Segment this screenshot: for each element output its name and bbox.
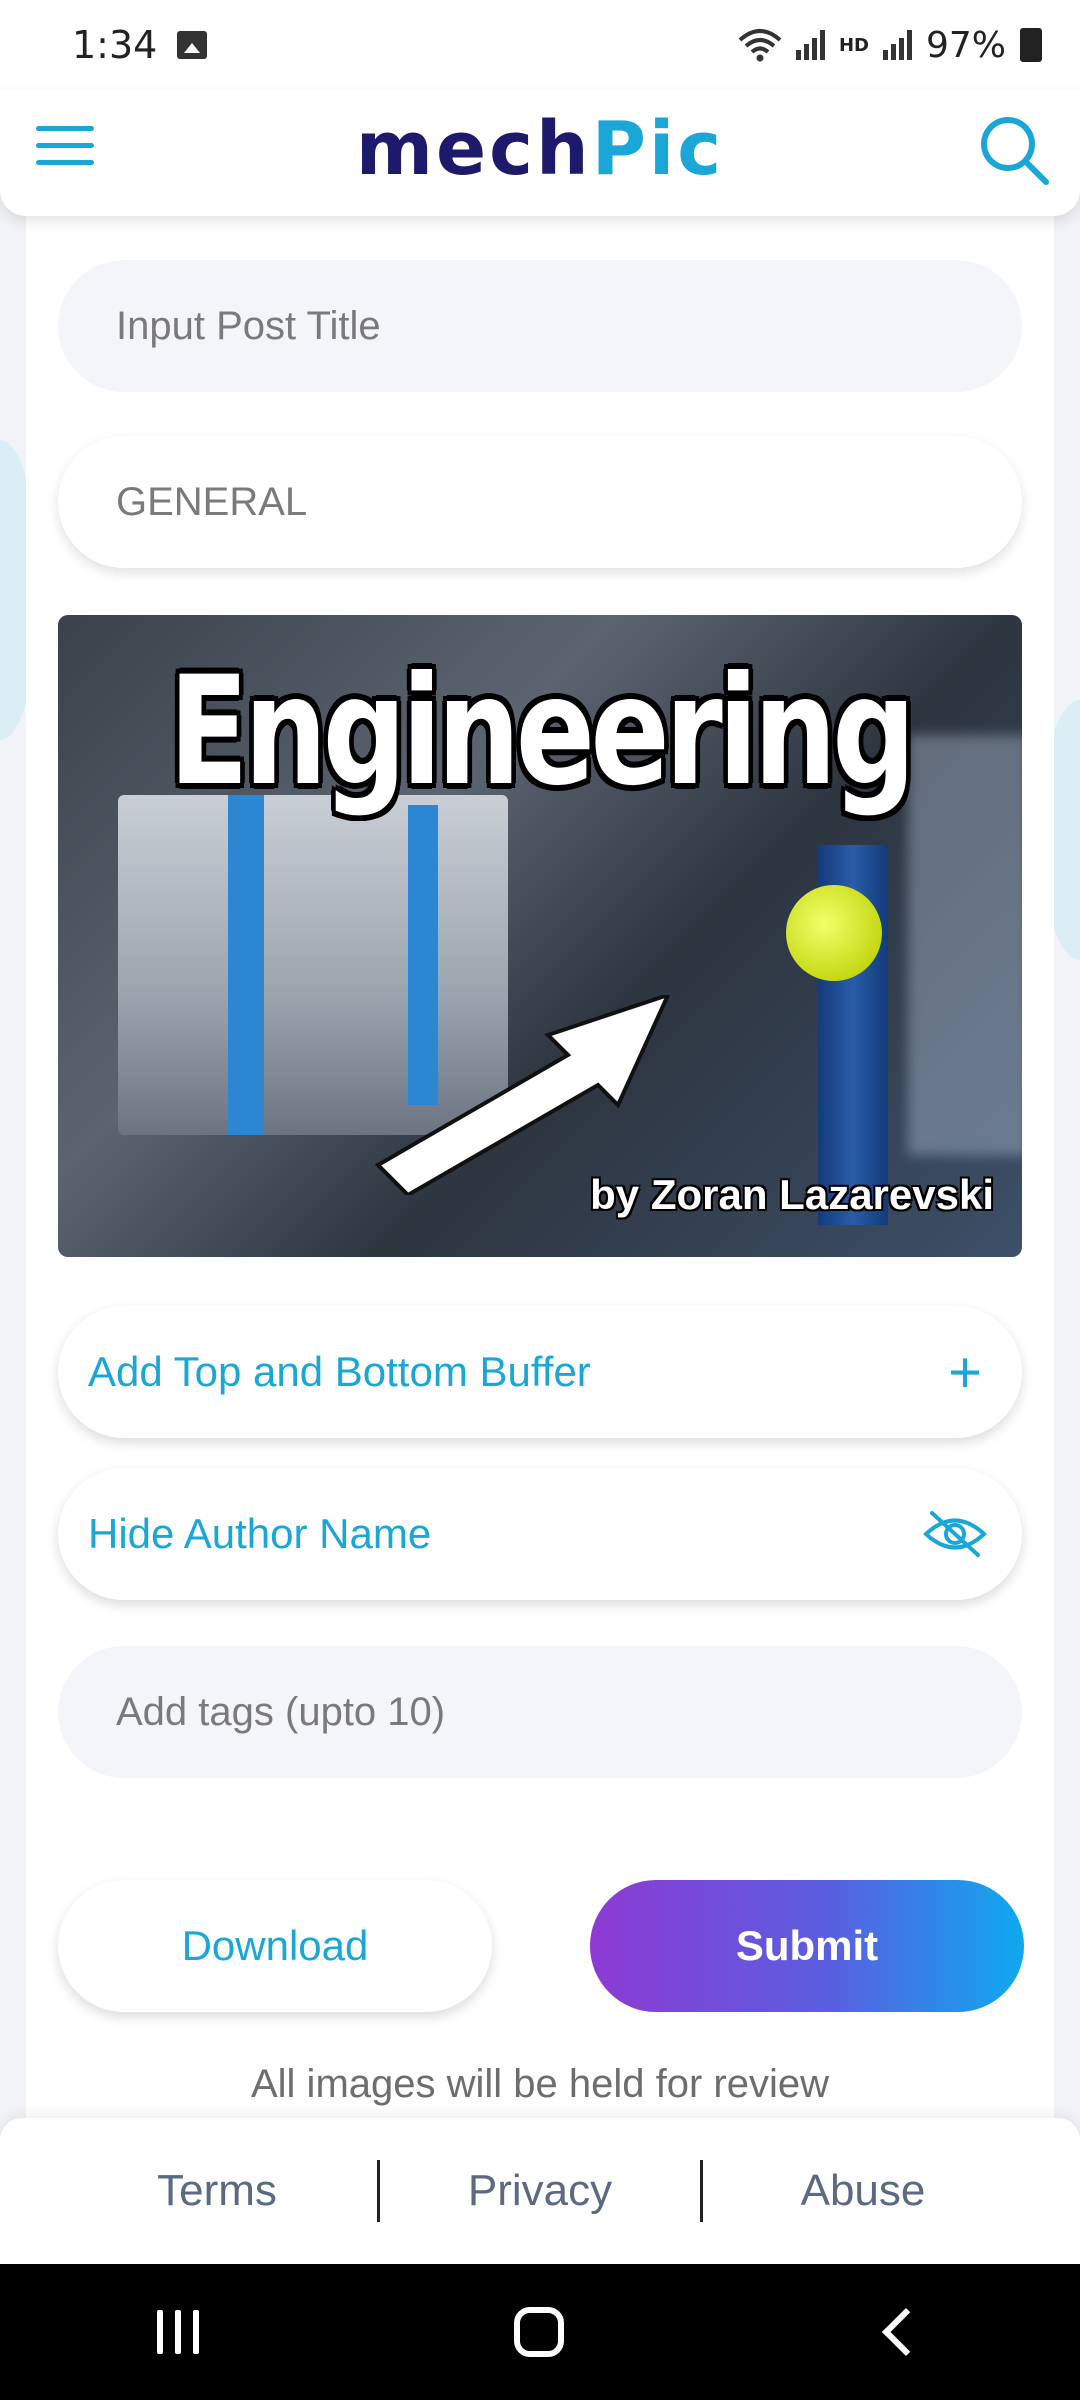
signal-icon — [882, 30, 912, 60]
preview-overlay-title: Engineering — [168, 645, 916, 819]
back-icon[interactable] — [881, 2307, 930, 2357]
category-value: GENERAL — [116, 479, 308, 524]
post-title-placeholder: Input Post Title — [116, 303, 381, 348]
hide-author-toggle[interactable]: Hide Author Name — [58, 1468, 1022, 1600]
recents-icon[interactable] — [157, 2310, 200, 2354]
post-title-input[interactable]: Input Post Title — [58, 260, 1022, 392]
arrow-graphic — [374, 995, 671, 1195]
footer-link-terms[interactable]: Terms — [57, 2166, 377, 2216]
search-icon[interactable] — [974, 110, 1054, 190]
footer: Terms Privacy Abuse — [0, 2118, 1080, 2264]
system-nav-bar — [0, 2264, 1080, 2400]
add-buffer-label: Add Top and Bottom Buffer — [88, 1348, 591, 1395]
app-header: mechPic — [0, 90, 1080, 216]
tags-input[interactable]: Add tags (upto 10) — [58, 1646, 1022, 1778]
submit-button[interactable]: Submit — [590, 1880, 1024, 2012]
wifi-icon — [738, 29, 782, 62]
footer-link-privacy[interactable]: Privacy — [380, 2166, 700, 2216]
home-icon[interactable] — [513, 2307, 564, 2357]
battery-icon — [1020, 28, 1042, 62]
hide-author-label: Hide Author Name — [88, 1510, 432, 1557]
brand-text-pic: Pic — [591, 106, 725, 192]
image-preview[interactable]: Engineering by Zoran Lazarevski — [58, 615, 1022, 1257]
hd-label: HD — [838, 34, 869, 56]
footer-link-abuse[interactable]: Abuse — [703, 2166, 1023, 2216]
brand-text-mech: mech — [355, 106, 592, 192]
preview-overlay-credit: by Zoran Lazarevski — [590, 1171, 994, 1218]
status-time: 1:34 — [72, 23, 158, 67]
add-buffer-toggle[interactable]: Add Top and Bottom Buffer + — [58, 1306, 1022, 1438]
status-left: 1:34 — [72, 23, 208, 67]
tags-placeholder: Add tags (upto 10) — [116, 1689, 446, 1734]
brand-logo: mechPic — [0, 106, 1080, 192]
gallery-notification-icon — [177, 31, 208, 59]
status-right: HD 97% — [738, 25, 1042, 66]
signal-roaming-icon — [795, 30, 825, 60]
download-button[interactable]: Download — [58, 1880, 492, 2012]
review-note: All images will be held for review — [250, 2062, 829, 2106]
background-blur — [908, 735, 1022, 1155]
tennis-ball-graphic — [786, 885, 882, 981]
eye-off-icon — [923, 1511, 987, 1557]
category-select[interactable]: GENERAL — [58, 436, 1022, 568]
status-bar: 1:34 HD 97% — [0, 0, 1080, 90]
plus-icon: + — [948, 1339, 982, 1405]
battery-percent: 97% — [925, 24, 1006, 66]
